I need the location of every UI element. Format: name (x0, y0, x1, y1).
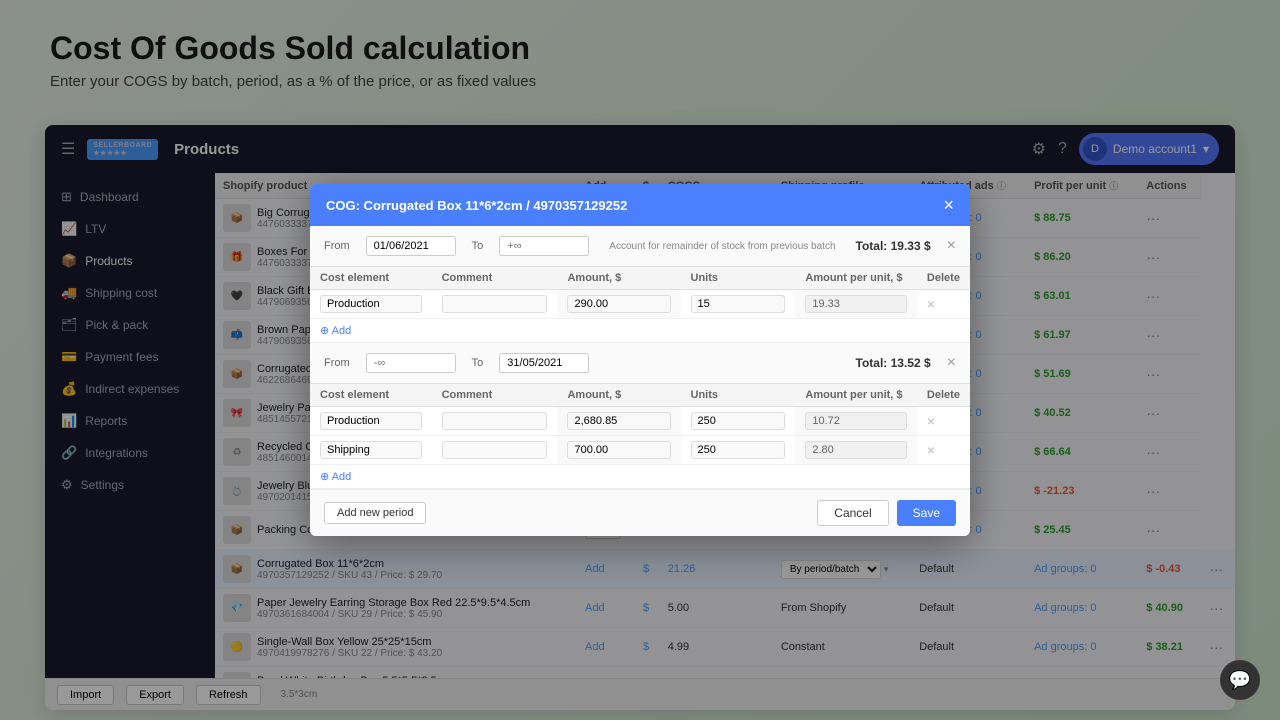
period-2-cost-table: Cost element Comment Amount, $ Units Amo… (310, 383, 970, 465)
col-amount: Amount, $ (557, 384, 680, 407)
period-2-to-input[interactable] (499, 353, 589, 373)
cog-modal: COG: Corrugated Box 11*6*2cm / 497035712… (310, 184, 970, 536)
comment-input[interactable] (442, 295, 548, 313)
col-cost-element: Cost element (310, 267, 432, 290)
cost-element-input[interactable] (320, 412, 422, 430)
delete-row-button[interactable]: × (927, 413, 935, 429)
period-1-header: From To Account for remainder of stock f… (310, 226, 970, 266)
period-1-block: From To Account for remainder of stock f… (310, 226, 970, 343)
period-1-from-input[interactable] (366, 236, 456, 256)
col-units: Units (681, 267, 796, 290)
delete-row-button[interactable]: × (927, 296, 935, 312)
period-1-from-label: From (324, 240, 350, 252)
period-2-block: From To Total: 13.52 $ × Cost element Co… (310, 343, 970, 489)
modal-close-button[interactable]: × (943, 196, 954, 214)
col-per-unit: Amount per unit, $ (795, 384, 917, 407)
amount-input[interactable] (567, 295, 670, 313)
comment-input[interactable] (442, 412, 548, 430)
per-unit-input[interactable] (805, 441, 907, 459)
col-comment: Comment (432, 384, 558, 407)
period-2-total: Total: 13.52 $ (856, 356, 931, 370)
cost-row: × (310, 407, 970, 436)
period-2-header: From To Total: 13.52 $ × (310, 343, 970, 383)
period-1-cost-table: Cost element Comment Amount, $ Units Amo… (310, 266, 970, 319)
delete-row-button[interactable]: × (927, 442, 935, 458)
modal-title: COG: Corrugated Box 11*6*2cm / 497035712… (326, 198, 627, 213)
units-input[interactable] (691, 441, 786, 459)
cancel-button[interactable]: Cancel (817, 500, 888, 526)
period-1-to-input[interactable] (499, 236, 589, 256)
amount-input[interactable] (567, 412, 670, 430)
period-1-total: Total: 19.33 $ (856, 239, 931, 253)
period-1-add-link[interactable]: ⊕ Add (310, 319, 361, 342)
cost-element-input[interactable] (320, 295, 422, 313)
comment-input[interactable] (442, 441, 548, 459)
period-1-close-button[interactable]: × (947, 237, 956, 255)
modal-body: From To Account for remainder of stock f… (310, 226, 970, 489)
period-2-close-button[interactable]: × (947, 354, 956, 372)
chat-widget[interactable]: 💬 (1220, 660, 1260, 700)
modal-overlay: COG: Corrugated Box 11*6*2cm / 497035712… (0, 0, 1280, 720)
cost-element-input[interactable] (320, 441, 422, 459)
period-1-note: Account for remainder of stock from prev… (609, 241, 835, 252)
modal-footer: Add new period Cancel Save (310, 489, 970, 536)
units-input[interactable] (691, 295, 786, 313)
col-comment: Comment (432, 267, 558, 290)
per-unit-input[interactable] (805, 412, 907, 430)
per-unit-input[interactable] (805, 295, 907, 313)
period-1-to-label: To (472, 240, 484, 252)
cost-row: × (310, 290, 970, 319)
cost-row: × (310, 436, 970, 465)
col-units: Units (681, 384, 796, 407)
col-delete: Delete (917, 384, 970, 407)
col-per-unit: Amount per unit, $ (795, 267, 917, 290)
footer-actions: Cancel Save (817, 500, 956, 526)
units-input[interactable] (691, 412, 786, 430)
col-cost-element: Cost element (310, 384, 432, 407)
modal-header: COG: Corrugated Box 11*6*2cm / 497035712… (310, 184, 970, 226)
col-delete: Delete (917, 267, 970, 290)
chat-icon: 💬 (1229, 670, 1251, 691)
period-2-to-label: To (472, 357, 484, 369)
save-button[interactable]: Save (897, 500, 956, 526)
amount-input[interactable] (567, 441, 670, 459)
add-period-button[interactable]: Add new period (324, 502, 426, 524)
period-2-from-label: From (324, 357, 350, 369)
period-2-add-link[interactable]: ⊕ Add (310, 465, 361, 488)
col-amount: Amount, $ (557, 267, 680, 290)
period-2-from-input[interactable] (366, 353, 456, 373)
